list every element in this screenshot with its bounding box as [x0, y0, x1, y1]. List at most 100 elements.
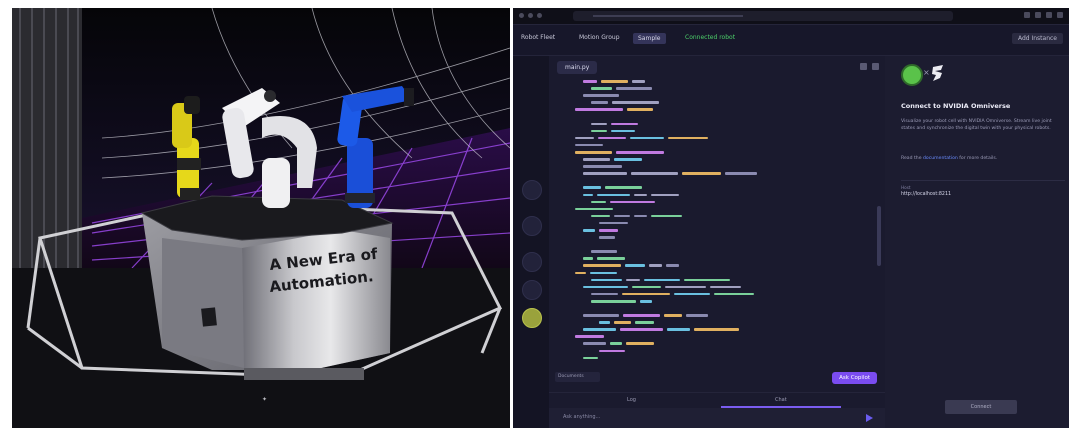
connection-status: Connected robot [685, 34, 736, 41]
send-icon[interactable] [866, 414, 873, 422]
bottom-tabs: Log Chat [549, 392, 885, 408]
code-token [674, 292, 710, 296]
code-token [649, 264, 662, 268]
code-token [610, 342, 622, 346]
code-token [714, 292, 754, 296]
code-token [631, 172, 678, 175]
code-line [555, 340, 873, 347]
code-token [575, 271, 586, 275]
code-token [583, 264, 621, 268]
code-token [634, 193, 647, 197]
browser-toolbar-icons[interactable] [1024, 12, 1063, 18]
panel-title: Connect to NVIDIA Omniverse [901, 102, 1011, 110]
code-token [583, 193, 593, 197]
docs-suffix: for more details. [959, 156, 998, 161]
code-token [583, 328, 616, 331]
code-token [575, 143, 603, 147]
app-name[interactable]: Robot Fleet [521, 34, 555, 41]
host-input[interactable]: http://localhost:8211 [901, 192, 951, 197]
code-token [644, 278, 680, 282]
tab-log[interactable]: Log [627, 397, 636, 403]
code-token [640, 299, 652, 303]
tab-chat[interactable]: Chat [775, 397, 787, 403]
code-token [684, 278, 730, 282]
activity-sidebar [513, 56, 550, 428]
code-token [583, 314, 619, 317]
code-token [665, 285, 706, 289]
code-token [610, 200, 655, 204]
workspace-selector[interactable]: Motion Group [579, 34, 620, 41]
code-token [620, 328, 663, 331]
code-token [664, 314, 682, 317]
explorer-icon[interactable] [522, 180, 542, 200]
code-token [583, 94, 619, 97]
code-line [555, 234, 873, 241]
code-line [555, 156, 873, 163]
code-token [597, 193, 630, 197]
code-token [635, 321, 654, 324]
settings-icon[interactable] [522, 252, 542, 272]
code-token [583, 158, 610, 161]
code-token [668, 136, 708, 140]
code-line [555, 184, 873, 191]
code-token [599, 321, 610, 324]
code-token [614, 214, 630, 218]
code-line [555, 326, 873, 333]
editor-scrollbar[interactable] [877, 206, 881, 266]
code-line [555, 333, 873, 340]
code-token [575, 207, 613, 211]
code-token [583, 172, 627, 175]
editor-tab-main[interactable]: main.py [557, 61, 598, 74]
editor-actions[interactable] [860, 63, 879, 70]
code-line [555, 121, 873, 128]
docs-link[interactable]: documentation [923, 156, 958, 161]
code-token [710, 285, 741, 289]
code-token [575, 108, 623, 111]
code-area[interactable] [555, 78, 873, 366]
code-token [725, 172, 757, 175]
code-token [632, 80, 645, 83]
brand-logo-icon [932, 65, 943, 81]
code-token [625, 264, 645, 268]
connect-button[interactable]: Connect [945, 400, 1017, 414]
svg-text:✦: ✦ [262, 396, 267, 403]
code-line [555, 206, 873, 213]
code-token [667, 328, 690, 331]
code-token [583, 285, 628, 289]
code-token [591, 129, 607, 133]
host-label: Host [901, 185, 911, 190]
robot-display-illustration: A New Era of Automation. ✦ [12, 8, 510, 428]
integration-panel: × Connect to NVIDIA Omniverse Visualize … [885, 56, 1069, 428]
app-toolbar: Robot Fleet Motion Group Sample Connecte… [513, 25, 1069, 56]
code-token [591, 292, 618, 296]
code-line [555, 270, 873, 277]
code-token [601, 80, 628, 83]
sample-chip[interactable]: Sample [633, 33, 666, 44]
code-line [555, 128, 873, 135]
omniverse-icon[interactable] [522, 308, 542, 328]
address-bar[interactable] [573, 11, 953, 21]
terminal-icon[interactable] [522, 280, 542, 300]
ask-copilot-button[interactable]: Ask Copilot [832, 372, 877, 384]
code-token [605, 186, 642, 189]
code-token [612, 101, 659, 104]
code-token [599, 221, 628, 225]
code-token [623, 314, 660, 317]
code-token [626, 278, 640, 282]
code-token [666, 264, 679, 268]
chat-input[interactable]: Ask anything... [549, 408, 885, 428]
documents-panel-tab[interactable]: Documents [555, 372, 600, 382]
code-token [583, 228, 595, 232]
product-photo: A New Era of Automation. ✦ [12, 8, 510, 428]
add-instance-button[interactable]: Add Instance [1011, 33, 1063, 44]
code-token [614, 158, 642, 161]
window-controls[interactable] [519, 13, 542, 18]
code-line [555, 142, 873, 149]
browser-bar [513, 8, 1069, 25]
code-token [575, 150, 612, 154]
robot-icon[interactable] [522, 216, 542, 236]
code-line [555, 92, 873, 99]
code-token [583, 342, 606, 346]
code-line [555, 319, 873, 326]
